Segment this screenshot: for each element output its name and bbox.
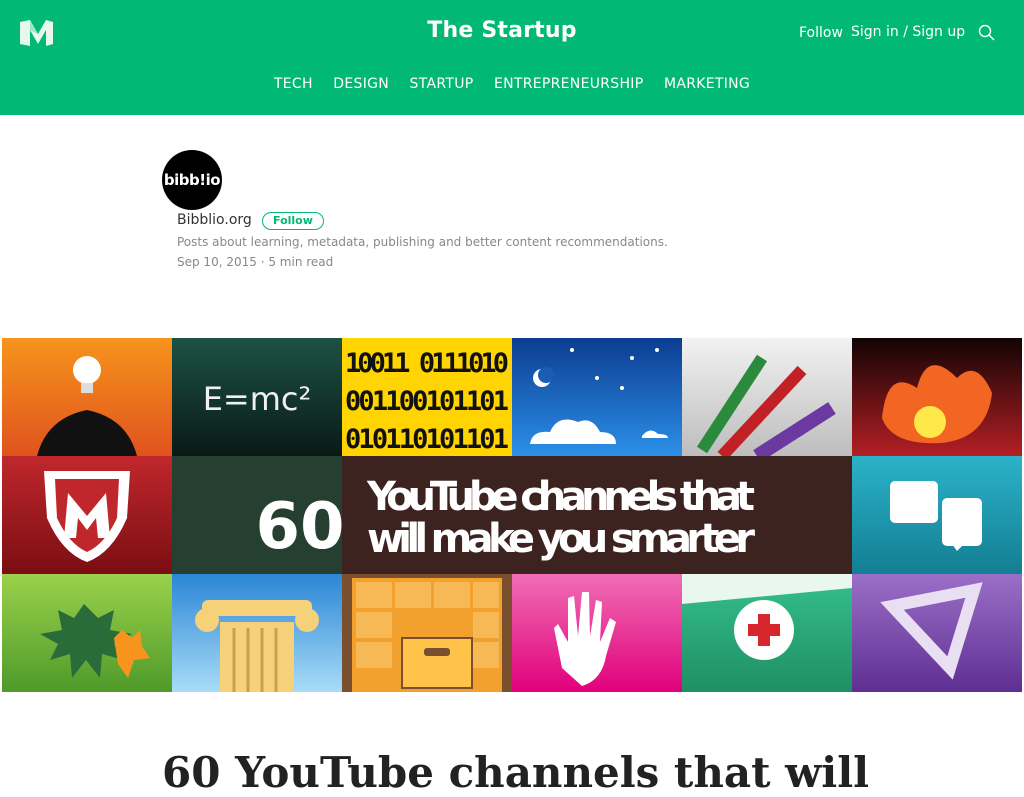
author-bio: Posts about learning, metadata, publishi… — [177, 235, 668, 249]
svg-text:E=mc²: E=mc² — [203, 380, 312, 418]
author-avatar[interactable]: bibb!io — [162, 150, 222, 210]
nav-item-entrepreneurship[interactable]: ENTREPRENEURSHIP — [494, 76, 644, 92]
topic-nav: TECH DESIGN STARTUP ENTREPRENEURSHIP MAR… — [0, 76, 1024, 92]
post-date: Sep 10, 2015 — [177, 255, 257, 269]
svg-text:will make you smarter: will make you smarter — [367, 516, 755, 562]
nav-item-tech[interactable]: TECH — [274, 76, 313, 92]
svg-text:010110101101: 010110101101 — [345, 424, 509, 455]
svg-text:001100101101: 001100101101 — [345, 386, 509, 417]
hero-image: E=mc² 10011 0111010 001100101101 0101101… — [2, 338, 1022, 692]
svg-text:YouTube channels that: YouTube channels that — [366, 474, 755, 520]
nav-item-startup[interactable]: STARTUP — [410, 76, 474, 92]
publication-header: The Startup Follow Sign in / Sign up TEC… — [0, 0, 1024, 115]
post-meta: Sep 10, 2015 · 5 min read — [177, 255, 333, 269]
author-name[interactable]: Bibblio.org — [177, 212, 252, 228]
nav-item-marketing[interactable]: MARKETING — [664, 76, 750, 92]
follow-publication-link[interactable]: Follow — [799, 25, 843, 41]
search-icon[interactable] — [978, 24, 996, 42]
svg-text:60: 60 — [255, 490, 344, 564]
follow-author-button[interactable]: Follow — [262, 212, 324, 230]
svg-text:10011 0111010: 10011 0111010 — [345, 348, 509, 379]
read-time: 5 min read — [268, 255, 334, 269]
article-title: 60 YouTube channels that will — [162, 748, 870, 797]
nav-item-design[interactable]: DESIGN — [333, 76, 389, 92]
signin-link[interactable]: Sign in / Sign up — [851, 24, 965, 40]
